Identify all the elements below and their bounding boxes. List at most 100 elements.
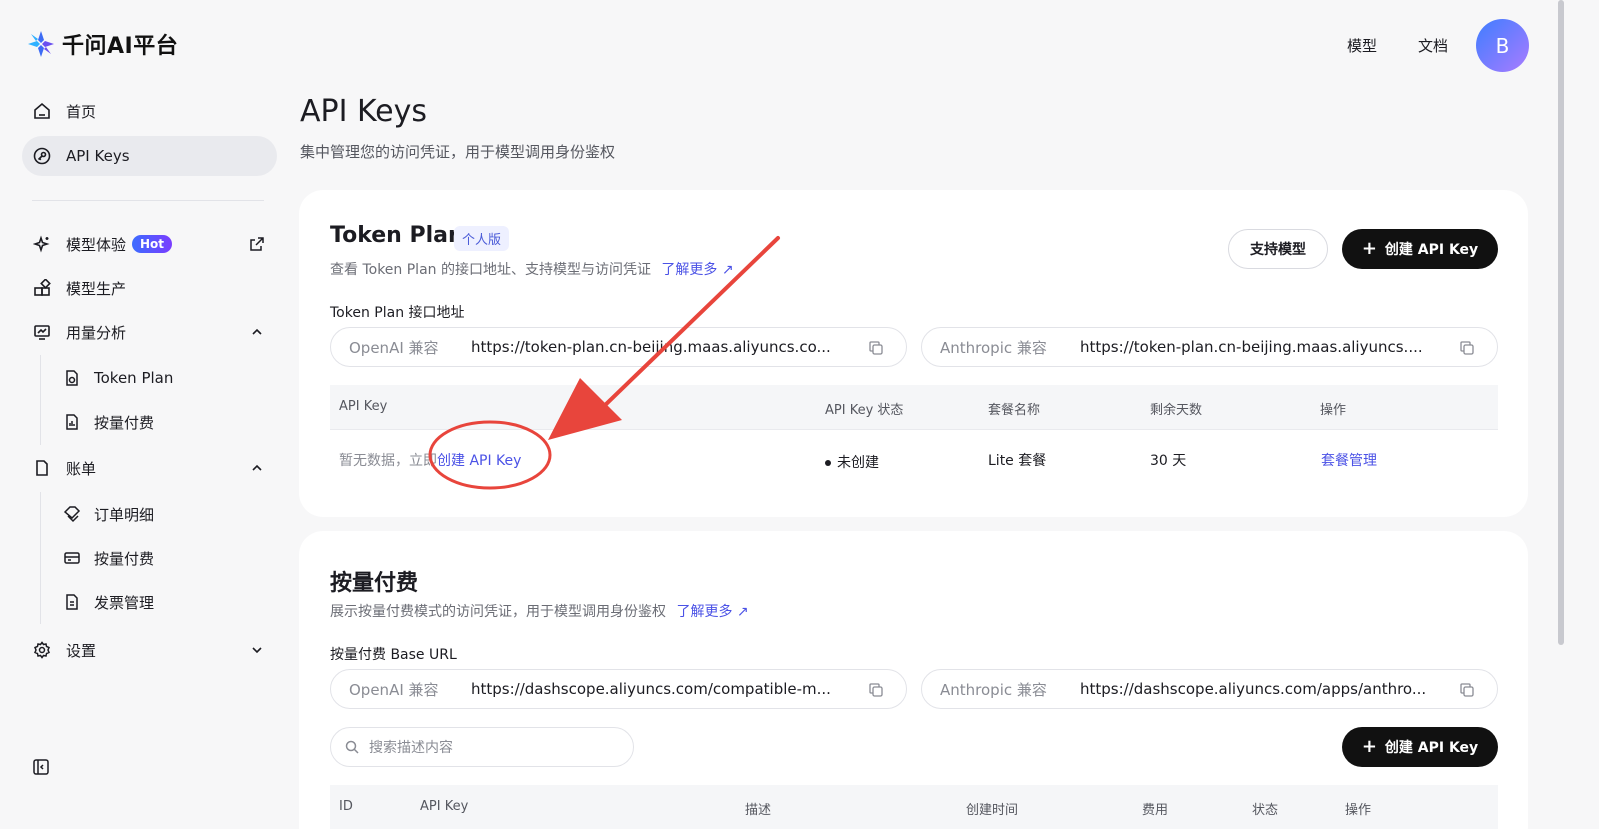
search-icon bbox=[345, 740, 359, 754]
token-plan-title: Token Plan bbox=[330, 223, 464, 248]
chevron-down-icon bbox=[249, 642, 265, 658]
column-header: 描述 bbox=[745, 803, 772, 818]
endpoint-type-label: Anthropic 兼容 bbox=[940, 680, 1047, 699]
openai-endpoint-field[interactable]: OpenAI 兼容 https://token-plan.cn-beijing.… bbox=[330, 327, 907, 367]
chart-monitor-icon bbox=[32, 322, 52, 342]
invoice-icon bbox=[62, 592, 82, 612]
status-badge: 未创建 bbox=[825, 452, 879, 472]
sidebar-item-model-production[interactable]: 模型生产 bbox=[22, 268, 277, 308]
nav-models-link[interactable]: 模型 bbox=[1347, 35, 1377, 56]
sidebar-item-label: 发票管理 bbox=[94, 593, 155, 612]
bill-doc-icon bbox=[62, 412, 82, 432]
sidebar-item-label: 按量付费 bbox=[94, 549, 155, 568]
column-header: 操作 bbox=[1345, 803, 1372, 818]
copy-icon[interactable] bbox=[1459, 682, 1475, 698]
sidebar-item-label: API Keys bbox=[66, 147, 130, 165]
external-link-icon bbox=[249, 236, 265, 252]
row-divider bbox=[330, 429, 1498, 430]
page-subtitle: 集中管理您的访问凭证，用于模型调用身份鉴权 bbox=[300, 143, 616, 161]
qianwen-logo-icon bbox=[28, 31, 54, 57]
chevron-up-icon bbox=[249, 324, 265, 340]
column-header: ID bbox=[339, 799, 353, 814]
anthropic-endpoint-field[interactable]: Anthropic 兼容 https://token-plan.cn-beiji… bbox=[921, 327, 1498, 367]
document-icon bbox=[32, 458, 52, 478]
plan-name: Lite 套餐 bbox=[988, 453, 1047, 469]
endpoint-type-label: OpenAI 兼容 bbox=[349, 680, 439, 699]
create-payg-api-key-button[interactable]: + 创建 API Key bbox=[1342, 727, 1498, 767]
base-url-label: 按量付费 Base URL bbox=[330, 647, 457, 663]
column-header: API Key bbox=[339, 399, 388, 414]
copy-icon[interactable] bbox=[868, 682, 884, 698]
status-dot-icon bbox=[825, 460, 831, 466]
column-header: 套餐名称 bbox=[988, 403, 1041, 418]
column-header: API Key bbox=[420, 799, 469, 814]
search-input[interactable]: 搜索描述内容 bbox=[330, 727, 634, 767]
sidebar-item-label: 模型生产 bbox=[66, 279, 127, 298]
endpoint-label: Token Plan 接口地址 bbox=[330, 305, 465, 321]
endpoint-url: https://dashscope.aliyuncs.com/compatibl… bbox=[471, 680, 831, 698]
tags-icon bbox=[62, 504, 82, 524]
endpoint-url: https://dashscope.aliyuncs.com/apps/anth… bbox=[1080, 680, 1427, 698]
sidebar-divider bbox=[32, 200, 264, 201]
sidebar-item-label: 设置 bbox=[66, 641, 97, 660]
payg-table-header: ID API Key 描述 创建时间 费用 状态 操作 bbox=[330, 785, 1498, 829]
copy-icon[interactable] bbox=[1459, 340, 1475, 356]
hot-badge: Hot bbox=[132, 235, 173, 253]
sidebar-item-label: 订单明细 bbox=[94, 505, 155, 524]
learn-more-link[interactable]: 了解更多 ↗ bbox=[676, 604, 748, 620]
blocks-icon bbox=[32, 278, 52, 298]
brand-logo[interactable]: 千问AI平台 bbox=[26, 28, 178, 60]
sidebar-item-usage-payg[interactable]: 按量付费 bbox=[62, 402, 272, 442]
nav-docs-link[interactable]: 文档 bbox=[1418, 35, 1448, 56]
sidebar-item-api-keys[interactable]: API Keys bbox=[22, 136, 277, 176]
column-header: API Key 状态 bbox=[825, 403, 904, 418]
page-title: API Keys bbox=[300, 94, 428, 129]
plan-manage-link[interactable]: 套餐管理 bbox=[1321, 450, 1377, 470]
sidebar-item-model-playground[interactable]: 模型体验 Hot bbox=[22, 224, 277, 264]
sidebar-item-billing[interactable]: 账单 bbox=[22, 448, 277, 488]
plus-icon: + bbox=[1361, 238, 1377, 259]
plus-icon: + bbox=[1361, 736, 1377, 757]
gear-icon bbox=[32, 640, 52, 660]
page-scrollbar[interactable] bbox=[1558, 0, 1564, 645]
sidebar-item-label: Token Plan bbox=[94, 369, 174, 387]
anthropic-base-url-field[interactable]: Anthropic 兼容 https://dashscope.aliyuncs.… bbox=[921, 669, 1498, 709]
column-header: 状态 bbox=[1252, 803, 1279, 818]
openai-base-url-field[interactable]: OpenAI 兼容 https://dashscope.aliyuncs.com… bbox=[330, 669, 907, 709]
search-placeholder: 搜索描述内容 bbox=[369, 740, 453, 756]
sidebar-item-settings[interactable]: 设置 bbox=[22, 630, 277, 670]
key-icon bbox=[32, 146, 52, 166]
token-doc-icon bbox=[62, 368, 82, 388]
sidebar-item-label: 首页 bbox=[66, 102, 97, 121]
collapse-sidebar-icon[interactable] bbox=[32, 758, 50, 776]
submenu-guide-line bbox=[40, 492, 41, 624]
avatar[interactable]: B bbox=[1476, 19, 1529, 72]
column-header: 操作 bbox=[1320, 403, 1347, 418]
sidebar-item-billing-payg[interactable]: 按量付费 bbox=[62, 538, 272, 578]
payg-desc: 展示按量付费模式的访问凭证，用于模型调用身份鉴权 了解更多 ↗ bbox=[330, 604, 749, 620]
empty-state-text: 暂无数据，立即创建 API Key bbox=[339, 453, 522, 469]
create-api-key-button[interactable]: + 创建 API Key bbox=[1342, 229, 1498, 269]
chevron-up-icon bbox=[249, 460, 265, 476]
brand-name: 千问AI平台 bbox=[62, 34, 179, 59]
learn-more-link[interactable]: 了解更多 ↗ bbox=[661, 262, 733, 278]
sidebar-item-label: 用量分析 bbox=[66, 323, 127, 342]
card-icon bbox=[62, 548, 82, 568]
copy-icon[interactable] bbox=[868, 340, 884, 356]
token-plan-desc: 查看 Token Plan 的接口地址、支持模型与访问凭证 了解更多 ↗ bbox=[330, 262, 734, 278]
sidebar-item-invoice[interactable]: 发票管理 bbox=[62, 582, 272, 622]
sidebar-item-home[interactable]: 首页 bbox=[22, 91, 277, 131]
submenu-guide-line bbox=[40, 355, 41, 445]
supported-models-button[interactable]: 支持模型 bbox=[1228, 229, 1328, 269]
column-header: 创建时间 bbox=[966, 803, 1019, 818]
payg-title: 按量付费 bbox=[330, 571, 419, 596]
token-plan-table-header: API Key API Key 状态 套餐名称 剩余天数 操作 bbox=[330, 385, 1498, 429]
sidebar-item-token-plan[interactable]: Token Plan bbox=[62, 358, 272, 398]
create-api-key-link[interactable]: 创建 API Key bbox=[437, 453, 521, 469]
endpoint-url: https://token-plan.cn-beijing.maas.aliyu… bbox=[1080, 338, 1423, 356]
sidebar-item-label: 账单 bbox=[66, 459, 97, 478]
sparkle-icon bbox=[32, 234, 52, 254]
sidebar-item-usage-analysis[interactable]: 用量分析 bbox=[22, 312, 277, 352]
sidebar-item-order-details[interactable]: 订单明细 bbox=[62, 494, 272, 534]
home-icon bbox=[32, 101, 52, 121]
